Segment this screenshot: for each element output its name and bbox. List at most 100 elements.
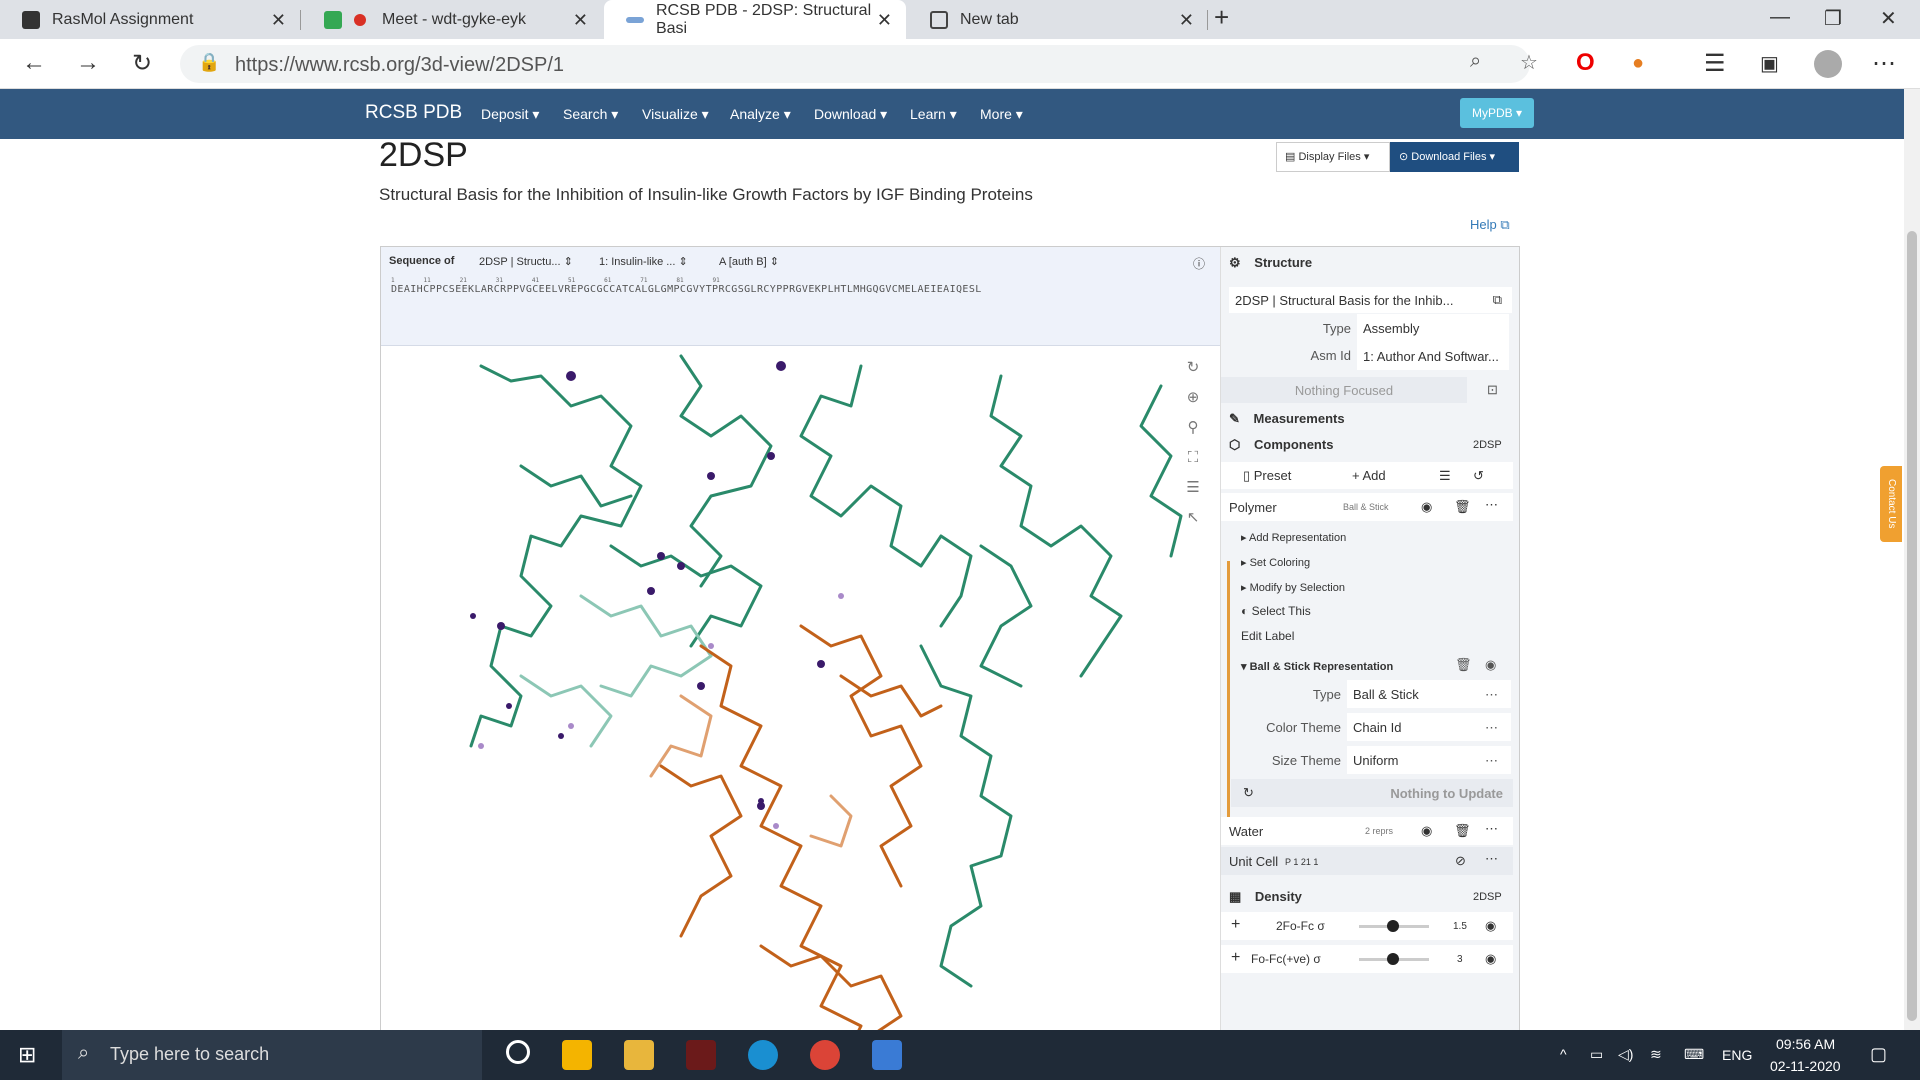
water-component[interactable]: Water 2 reprs ◉ 🗑 ⋯ bbox=[1221, 817, 1513, 845]
new-tab-plus-icon[interactable]: + bbox=[1214, 2, 1229, 33]
tab-rcsb[interactable]: RCSB PDB - 2DSP: Structural Basi ✕ bbox=[604, 0, 906, 39]
page-scrollbar[interactable] bbox=[1904, 89, 1920, 1030]
windows-start-icon[interactable]: ⊞ bbox=[18, 1042, 36, 1068]
back-arrow-icon[interactable]: ← bbox=[22, 49, 46, 77]
store-icon[interactable] bbox=[562, 1040, 592, 1070]
display-files-button[interactable]: ▤ Display Files ▾ bbox=[1276, 142, 1390, 172]
menu-analyze[interactable]: Analyze ▾ bbox=[730, 106, 791, 123]
copy-icon[interactable]: ⧉ bbox=[1493, 292, 1502, 308]
edge-icon[interactable] bbox=[748, 1040, 778, 1070]
file-explorer-icon[interactable] bbox=[624, 1040, 654, 1070]
edit-label-button[interactable]: Edit Label bbox=[1241, 629, 1519, 643]
ball-stick-repr-header[interactable]: ▾ Ball & Stick Representation bbox=[1241, 660, 1519, 673]
more-dots-icon[interactable]: ⋯ bbox=[1485, 821, 1498, 837]
options-sliders-icon[interactable]: ☰ bbox=[1439, 468, 1451, 484]
close-icon[interactable]: ✕ bbox=[877, 10, 892, 31]
menu-more[interactable]: More ▾ bbox=[980, 106, 1023, 123]
refresh-icon[interactable]: ↻ bbox=[1243, 785, 1254, 801]
controls-toggle-icon[interactable]: ⚲ bbox=[1181, 416, 1205, 440]
expand-plus-icon[interactable]: + bbox=[1231, 949, 1240, 967]
molecule-render[interactable] bbox=[381, 346, 1220, 1080]
chrome-icon[interactable] bbox=[810, 1040, 840, 1070]
volume-icon[interactable]: ◁) bbox=[1618, 1046, 1633, 1063]
tab-rasmol[interactable]: RasMol Assignment ✕ bbox=[0, 0, 300, 39]
more-dots-icon[interactable]: ⋯ bbox=[1485, 687, 1498, 703]
structure-select[interactable]: 2DSP | Structural Basis for the Inhib...… bbox=[1229, 287, 1512, 313]
wifi-icon[interactable]: ≋ bbox=[1650, 1046, 1662, 1063]
more-dots-icon[interactable]: ⋯ bbox=[1485, 753, 1498, 769]
minimize-icon[interactable]: — bbox=[1770, 6, 1790, 29]
settings-sliders-icon[interactable]: ☰ bbox=[1181, 476, 1205, 500]
close-icon[interactable]: ✕ bbox=[271, 10, 286, 31]
close-window-icon[interactable]: ✕ bbox=[1880, 6, 1897, 31]
selection-mode-icon[interactable]: ↖ bbox=[1181, 506, 1205, 530]
add-component-button[interactable]: + Add bbox=[1352, 468, 1386, 483]
taskbar-search[interactable]: ⌕ Type here to search bbox=[62, 1030, 482, 1080]
menu-search[interactable]: Search ▾ bbox=[563, 106, 618, 123]
asm-id-select[interactable]: 1: Author And Softwar... bbox=[1357, 342, 1509, 370]
entry-select[interactable]: 2DSP | Structu... ⇕ bbox=[479, 255, 573, 268]
eye-icon[interactable]: ◉ bbox=[1421, 823, 1432, 839]
photos-icon[interactable] bbox=[872, 1040, 902, 1070]
clock-date[interactable]: 02-11-2020 bbox=[1770, 1058, 1841, 1074]
task-view-icon[interactable] bbox=[506, 1040, 530, 1064]
forward-arrow-icon[interactable]: → bbox=[76, 49, 100, 77]
profile-avatar[interactable] bbox=[1814, 50, 1842, 78]
focus-target-icon[interactable]: ⊡ bbox=[1487, 382, 1498, 398]
help-link[interactable]: Help ⧉ bbox=[1470, 217, 1510, 233]
modify-selection-item[interactable]: ▸ Modify by Selection bbox=[1241, 581, 1519, 594]
chain-select[interactable]: A [auth B] ⇕ bbox=[719, 255, 779, 268]
language-indicator[interactable]: ENG bbox=[1722, 1047, 1752, 1063]
favorites-list-icon[interactable]: ☰ bbox=[1704, 49, 1726, 78]
set-coloring-item[interactable]: ▸ Set Coloring bbox=[1241, 556, 1519, 569]
help-circle-icon[interactable]: ⓘ bbox=[1193, 255, 1205, 272]
notifications-icon[interactable]: ▢ bbox=[1870, 1044, 1887, 1065]
clock-time[interactable]: 09:56 AM bbox=[1776, 1036, 1835, 1052]
more-dots-icon[interactable]: ⋯ bbox=[1485, 720, 1498, 736]
zoom-icon[interactable]: ⌕ bbox=[1470, 50, 1481, 73]
brand-link[interactable]: RCSB PDB bbox=[365, 102, 462, 124]
download-files-button[interactable]: ⊙ Download Files ▾ bbox=[1390, 142, 1519, 172]
more-dots-icon[interactable]: ⋯ bbox=[1485, 497, 1498, 513]
mypdb-button[interactable]: MyPDB ▾ bbox=[1460, 98, 1534, 128]
reset-camera-icon[interactable]: ↻ bbox=[1181, 356, 1205, 380]
predator-icon[interactable] bbox=[686, 1040, 716, 1070]
scrollbar-thumb[interactable] bbox=[1907, 231, 1917, 1021]
entity-select[interactable]: 1: Insulin-like ... ⇕ bbox=[599, 255, 688, 268]
unit-cell-component[interactable]: Unit Cell P 1 21 1 ⊘ ⋯ bbox=[1221, 847, 1513, 875]
close-icon[interactable]: ✕ bbox=[573, 10, 588, 31]
eye-icon[interactable]: ◉ bbox=[1485, 918, 1496, 934]
structure-canvas[interactable]: ↻ ⊕ ⚲ ⛶ ☰ ↖ bbox=[381, 346, 1220, 1080]
more-menu-icon[interactable]: ⋯ bbox=[1872, 49, 1896, 78]
sequence-text[interactable]: DEAIHCPPCSEEKLARCRPPVGCEELVREPGCGCCATCAL… bbox=[391, 284, 982, 295]
collections-icon[interactable]: ▣ bbox=[1760, 51, 1779, 76]
preset-button[interactable]: ▯ Preset bbox=[1243, 468, 1291, 484]
trash-icon[interactable]: 🗑 bbox=[1455, 657, 1472, 673]
trash-icon[interactable]: 🗑 bbox=[1454, 823, 1471, 839]
favorite-star-icon[interactable]: ☆ bbox=[1520, 50, 1538, 75]
history-icon[interactable]: ↺ bbox=[1473, 468, 1484, 484]
menu-learn[interactable]: Learn ▾ bbox=[910, 106, 957, 123]
expand-icon[interactable]: ⛶ bbox=[1181, 446, 1205, 470]
extension-icon[interactable]: ● bbox=[1632, 52, 1644, 75]
more-dots-icon[interactable]: ⋯ bbox=[1485, 851, 1498, 867]
maximize-icon[interactable]: ❐ bbox=[1824, 6, 1842, 31]
tab-meet[interactable]: Meet - wdt-gyke-eyk ✕ bbox=[302, 0, 602, 39]
tray-chevron-icon[interactable]: ^ bbox=[1560, 1046, 1567, 1062]
eye-icon[interactable]: ◉ bbox=[1485, 657, 1496, 673]
url-text[interactable]: https://www.rcsb.org/3d-view/2DSP/1 bbox=[235, 54, 564, 77]
eye-off-icon[interactable]: ⊘ bbox=[1455, 853, 1466, 869]
keyboard-icon[interactable]: ⌨ bbox=[1684, 1046, 1704, 1063]
update-button[interactable]: Nothing to Update bbox=[1390, 786, 1503, 801]
address-bar[interactable]: 🔒 https://www.rcsb.org/3d-view/2DSP/1 ⌕ … bbox=[180, 45, 1538, 83]
tab-newtab[interactable]: New tab ✕ bbox=[908, 0, 1208, 39]
contact-us-tab[interactable]: Contact Us bbox=[1880, 466, 1902, 542]
opera-icon[interactable]: O bbox=[1576, 49, 1595, 77]
eye-icon[interactable]: ◉ bbox=[1421, 499, 1432, 515]
structure-section-header[interactable]: ⚙ Structure bbox=[1229, 255, 1519, 271]
expand-plus-icon[interactable]: + bbox=[1231, 916, 1240, 934]
polymer-component[interactable]: Polymer Ball & Stick ◉ 🗑 ⋯ bbox=[1221, 493, 1513, 521]
menu-visualize[interactable]: Visualize ▾ bbox=[642, 106, 709, 123]
battery-icon[interactable]: ▭ bbox=[1590, 1046, 1603, 1063]
add-representation-item[interactable]: ▸ Add Representation bbox=[1241, 531, 1519, 544]
